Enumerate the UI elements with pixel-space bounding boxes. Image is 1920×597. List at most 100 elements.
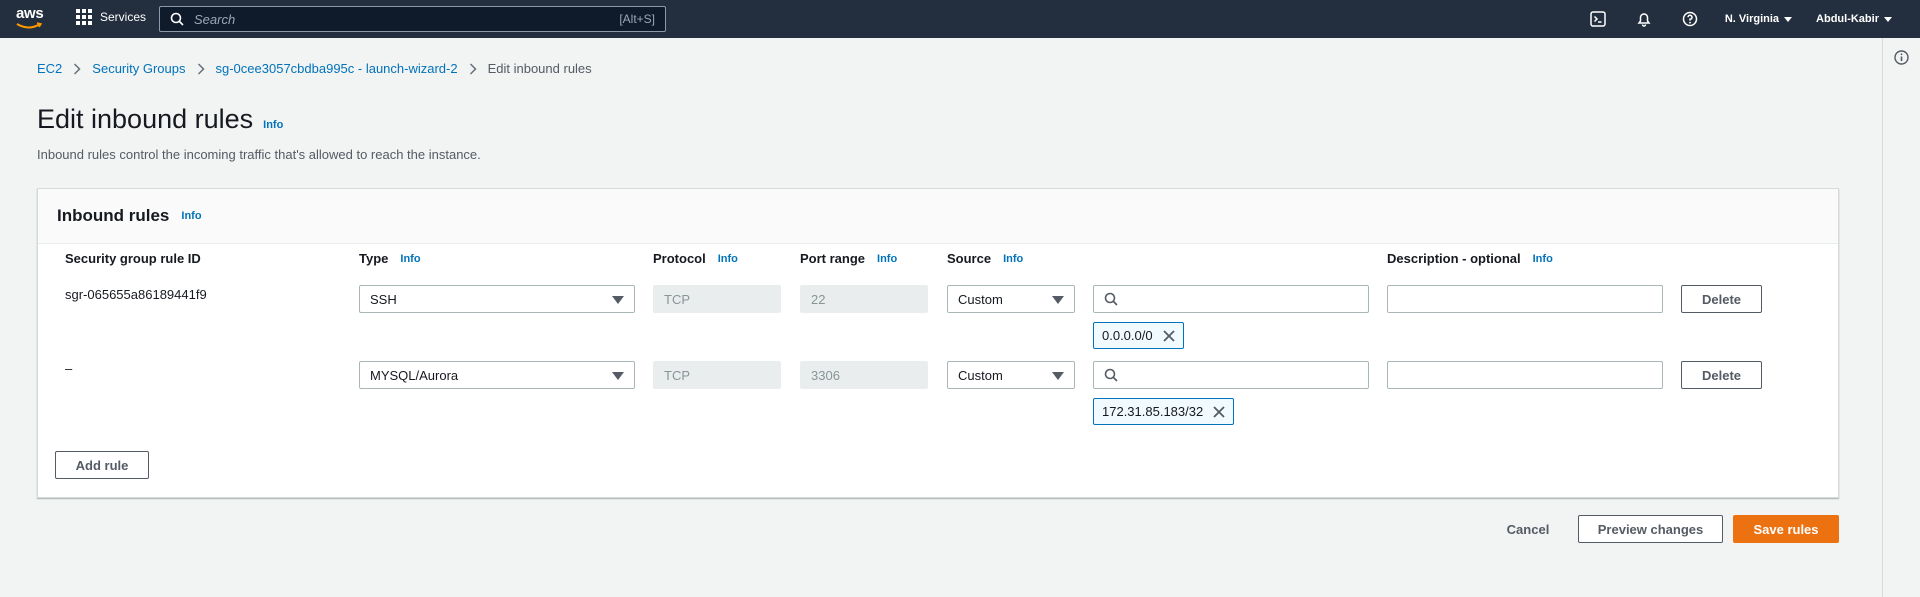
type-select-value: MYSQL/Aurora [370,367,459,383]
save-rules-button[interactable]: Save rules [1733,515,1839,543]
delete-button-label: Delete [1701,367,1742,383]
column-protocol-label: Protocol [653,251,706,266]
grid-icon [76,9,92,25]
source-info-link[interactable]: Info [1003,253,1023,265]
source-search-input[interactable] [1093,361,1369,389]
search-input[interactable]: Search [Alt+S] [159,6,666,32]
type-select-value: SSH [370,291,397,307]
protocol-info-link[interactable]: Info [718,253,738,265]
panel-title: Inbound rules [57,206,170,225]
region-label: N. Virginia [1724,13,1780,25]
description-info-link[interactable]: Info [1533,253,1553,265]
add-rule-label: Add rule [75,457,129,473]
port-range-field: 3306 [800,361,928,389]
panel-info-link[interactable]: Info [181,210,201,222]
chevron-down-icon [1884,16,1892,22]
breadcrumb-security-groups[interactable]: Security Groups [92,61,185,76]
info-icon[interactable] [1894,50,1909,65]
account-label: Abdul-Kabir [1816,13,1879,25]
breadcrumb-security-group[interactable]: sg-0cee3057cbdba995c - launch-wizard-2 [216,61,458,76]
column-rule-id: Security group rule ID [65,251,201,266]
delete-button-label: Delete [1701,291,1742,307]
source-token: 0.0.0.0/0 [1093,322,1184,349]
protocol-field: TCP [653,361,781,389]
source-token: 172.31.85.183/32 [1093,398,1235,425]
description-input[interactable] [1387,361,1663,389]
inbound-rules-panel: Inbound rules Info Security group rule I… [37,188,1839,498]
description-input[interactable] [1387,285,1663,313]
caret-down-icon [1052,372,1064,380]
aws-logo[interactable]: aws [16,6,48,32]
column-description: Description - optional Info [1387,251,1553,266]
source-type-select[interactable]: Custom [947,285,1075,313]
caret-down-icon [612,372,624,380]
caret-down-icon [612,296,624,304]
bell-icon[interactable] [1621,0,1667,38]
source-token-label: 0.0.0.0/0 [1102,328,1153,343]
column-port-range: Port range Info [800,251,897,266]
rule-id-cell: – [65,361,73,376]
add-rule-button[interactable]: Add rule [55,451,149,479]
port-range-field: 22 [800,285,928,313]
preview-changes-label: Preview changes [1597,521,1704,537]
close-icon[interactable] [1162,329,1175,342]
preview-changes-button[interactable]: Preview changes [1578,515,1723,543]
protocol-value: TCP [664,291,690,307]
account-menu[interactable]: Abdul-Kabir [1804,13,1904,25]
type-info-link[interactable]: Info [400,253,420,265]
search-placeholder: Search [194,11,236,27]
right-rail [1882,38,1920,597]
cancel-button[interactable]: Cancel [1487,515,1569,543]
chevron-right-icon [186,62,216,75]
breadcrumb: EC2 Security Groups sg-0cee3057cbdba995c… [37,61,592,76]
protocol-value: TCP [664,367,690,383]
page-description: Inbound rules control the incoming traff… [37,147,481,162]
cloudshell-icon[interactable] [1575,0,1621,38]
chevron-right-icon [458,62,488,75]
search-shortcut: [Alt+S] [619,12,655,26]
port-range-value: 3306 [811,367,840,383]
source-type-value: Custom [958,367,1003,383]
column-source: Source Info [947,251,1023,266]
help-icon[interactable] [1667,0,1713,38]
close-icon[interactable] [1213,405,1225,418]
chevron-down-icon [1784,16,1793,22]
region-selector[interactable]: N. Virginia [1713,13,1804,25]
search-icon [170,12,184,26]
title-info-link[interactable]: Info [263,119,283,131]
save-rules-label: Save rules [1753,521,1819,537]
protocol-field: TCP [653,285,781,313]
delete-button[interactable]: Delete [1681,361,1762,389]
source-type-value: Custom [958,291,1003,307]
panel-header: Inbound rules Info [38,189,1838,244]
source-search-input[interactable] [1093,285,1369,313]
page-title: Edit inbound rules Info [37,104,283,135]
delete-button[interactable]: Delete [1681,285,1762,313]
type-select[interactable]: MYSQL/Aurora [359,361,635,389]
top-nav: aws Services Search [Alt+S] N. Virginia [0,0,1920,38]
page-title-text: Edit inbound rules [37,104,254,134]
search-icon [1104,292,1118,306]
rule-id-cell: sgr-065655a86189441f9 [65,287,207,302]
column-port-range-label: Port range [800,251,866,266]
chevron-right-icon [62,62,92,75]
search-icon [1104,368,1118,382]
services-label: Services [100,10,147,24]
aws-smile-icon [16,22,43,29]
column-description-label: Description - optional [1387,251,1521,266]
column-protocol: Protocol Info [653,251,738,266]
breadcrumb-current: Edit inbound rules [487,61,592,76]
services-menu[interactable]: Services [76,9,146,25]
breadcrumb-ec2[interactable]: EC2 [37,61,62,76]
column-type-label: Type [359,251,389,266]
aws-logo-text: aws [16,5,44,22]
type-select[interactable]: SSH [359,285,635,313]
port-range-value: 22 [811,291,826,307]
port-range-info-link[interactable]: Info [877,253,897,265]
column-source-label: Source [947,251,992,266]
caret-down-icon [1052,296,1064,304]
cancel-label: Cancel [1506,521,1550,537]
column-rule-id-label: Security group rule ID [65,251,201,266]
source-token-label: 172.31.85.183/32 [1102,404,1204,419]
source-type-select[interactable]: Custom [947,361,1075,389]
